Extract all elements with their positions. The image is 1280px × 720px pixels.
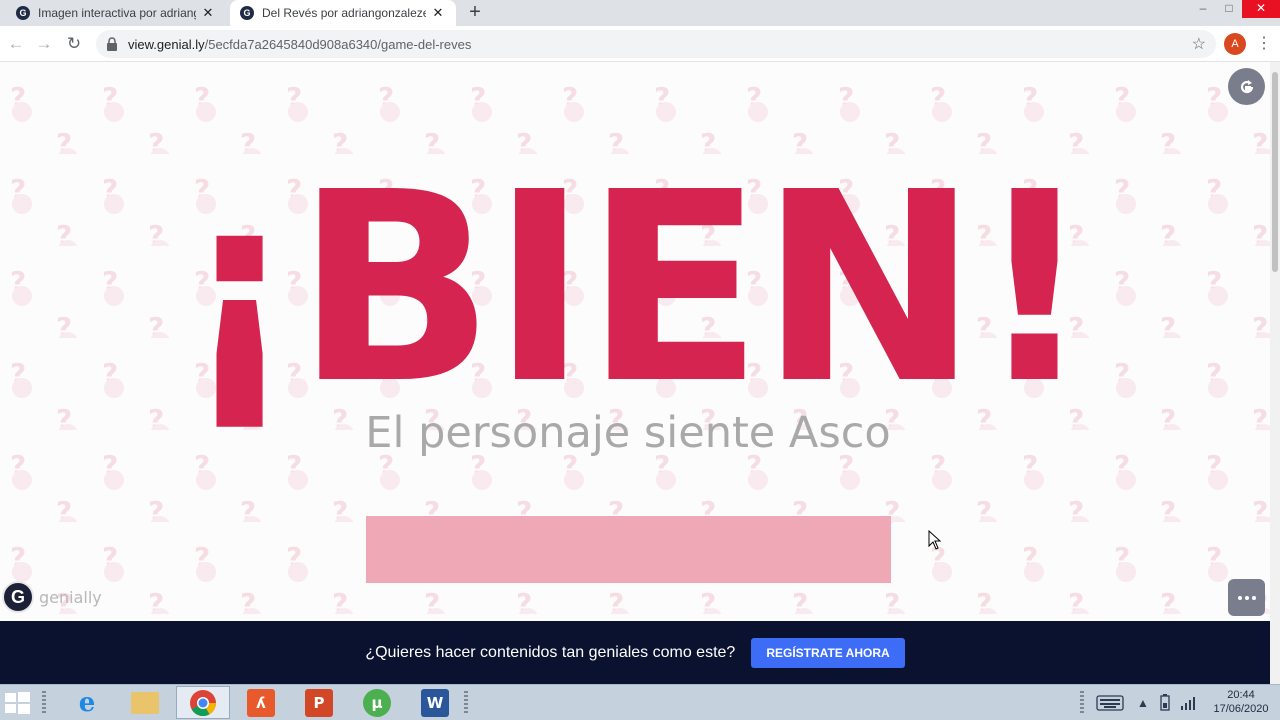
maximize-icon[interactable]: □: [1216, 0, 1242, 18]
taskbar-word[interactable]: W: [408, 686, 462, 719]
dot-icon: [1251, 595, 1256, 600]
taskbar-chrome[interactable]: [176, 686, 230, 719]
page-viewport: ? ? ¡BIEN! El personaje siente Asco G ge…: [0, 62, 1270, 621]
windows-start-icon[interactable]: [3, 690, 31, 716]
tab-strip: G Imagen interactiva por adriangonz ✕ G …: [0, 0, 1280, 26]
utorrent-icon: µ: [363, 688, 391, 717]
profile-avatar[interactable]: A: [1224, 33, 1246, 55]
reload-icon[interactable]: ↻: [62, 32, 86, 56]
scrollbar-track-bottom: [1270, 621, 1280, 684]
dot-icon: [1244, 595, 1249, 600]
minimize-icon[interactable]: –: [1190, 0, 1216, 18]
genially-favicon-icon: G: [16, 6, 30, 20]
folder-icon: [131, 691, 159, 714]
back-arrow-icon[interactable]: ←: [4, 32, 28, 56]
scrollbar-thumb[interactable]: [1272, 72, 1278, 272]
tab-del-reves[interactable]: G Del Revés por adriangonzalezesp ✕: [230, 0, 456, 26]
url-path: /5ecfda7a2645840d908a6340/game-del-reves: [204, 36, 472, 52]
banner-text: ¿Quieres hacer contenidos tan geniales c…: [365, 643, 736, 661]
keyboard-icon[interactable]: [1096, 685, 1124, 720]
genially-favicon-icon: G: [240, 6, 254, 20]
tray-expand-icon[interactable]: ▲: [1137, 685, 1149, 720]
taskbar-grip: [464, 691, 468, 715]
browser-toolbar: ← → ↻ view.genial.ly/5ecfda7a2645840d908…: [0, 26, 1280, 62]
clock-time: 20:44: [1227, 689, 1255, 701]
battery-icon[interactable]: [1158, 685, 1172, 720]
register-button[interactable]: REGÍSTRATE AHORA: [751, 637, 905, 668]
bookmark-star-icon[interactable]: ☆: [1192, 34, 1206, 54]
taskbar-grip: [1080, 691, 1084, 715]
taskbar-powerpoint[interactable]: P: [292, 686, 346, 719]
genially-logo-icon: G: [2, 581, 34, 613]
taskbar-utorrent[interactable]: µ: [350, 686, 404, 719]
page-scrollbar[interactable]: [1270, 62, 1280, 621]
taskbar-grip: [42, 691, 46, 715]
taskbar-internet-explorer[interactable]: e: [60, 686, 114, 719]
windows-taskbar: e ʎ P µ W ▲ 20:44 17/06/2020: [0, 684, 1280, 720]
word-icon: W: [421, 688, 449, 717]
tab-imagen-interactiva[interactable]: G Imagen interactiva por adriangonz ✕: [6, 0, 226, 26]
chrome-icon: [190, 689, 217, 716]
browser-menu-icon[interactable]: ⋮: [1256, 32, 1272, 56]
tab-title: Imagen interactiva por adriangonz: [38, 6, 196, 20]
new-tab-icon[interactable]: +: [464, 2, 486, 24]
clock-date: 17/06/2020: [1213, 703, 1269, 715]
system-clock[interactable]: 20:44 17/06/2020: [1206, 688, 1276, 716]
dot-icon: [1237, 595, 1242, 600]
restart-button[interactable]: [1228, 68, 1265, 105]
forward-arrow-icon[interactable]: →: [32, 32, 56, 56]
network-signal-icon[interactable]: [1180, 685, 1196, 720]
result-heading: ¡BIEN!: [179, 136, 1094, 441]
window-close-icon[interactable]: ✕: [1242, 0, 1280, 18]
lock-icon: [107, 37, 117, 51]
genially-logo[interactable]: G genially: [2, 581, 102, 613]
tab-close-icon[interactable]: ✕: [430, 5, 446, 21]
taskbar-file-explorer[interactable]: [118, 686, 172, 719]
genially-logo-text: genially: [39, 587, 102, 607]
result-subtitle: El personaje siente Asco: [365, 408, 891, 458]
url-host: view.genial.ly: [128, 36, 205, 52]
mouse-pointer-icon: [928, 530, 942, 550]
tab-title: Del Revés por adriangonzalezesp: [262, 6, 426, 20]
tab-close-icon[interactable]: ✕: [200, 5, 216, 21]
address-bar[interactable]: view.genial.ly/5ecfda7a2645840d908a6340/…: [96, 30, 1216, 58]
continue-bar[interactable]: [366, 516, 891, 583]
internet-explorer-icon: e: [78, 687, 96, 718]
signup-banner: ¿Quieres hacer contenidos tan geniales c…: [0, 621, 1270, 684]
acrobat-icon: ʎ: [247, 688, 275, 717]
url-text: view.genial.ly/5ecfda7a2645840d908a6340/…: [128, 37, 471, 52]
powerpoint-icon: P: [305, 688, 333, 717]
restart-icon: [1240, 79, 1253, 93]
more-options-button[interactable]: [1228, 579, 1265, 616]
taskbar-acrobat[interactable]: ʎ: [234, 686, 288, 719]
